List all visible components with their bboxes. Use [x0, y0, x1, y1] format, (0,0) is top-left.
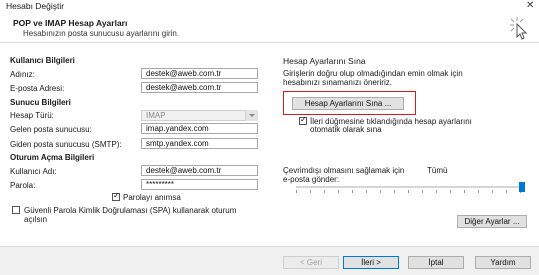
password-field[interactable]: ********* [141, 179, 258, 190]
offline-slider-thumb[interactable] [519, 182, 525, 192]
more-settings-button[interactable]: Diğer Ayarlar ... [457, 215, 527, 228]
name-field[interactable]: destek@aweb.com.tr [141, 68, 258, 79]
incoming-server-label: Gelen posta sunucusu: [10, 125, 92, 134]
outgoing-server-label: Giden posta sunucusu (SMTP): [10, 140, 122, 149]
offline-slider-ticks [296, 190, 525, 193]
spa-label-line1: Güvenli Parola Kimlik Doğrulaması (SPA) … [24, 206, 237, 215]
account-type-value: IMAP [146, 111, 166, 120]
offline-label-line2: e-posta gönder: [283, 175, 340, 184]
server-info-heading: Sunucu Bilgileri [10, 98, 71, 107]
username-field[interactable]: destek@aweb.com.tr [141, 165, 258, 176]
offline-label-line1: Çevrimdışı olmasını sağlamak için [283, 166, 405, 175]
account-type-label: Hesap Türü: [10, 111, 54, 120]
incoming-server-field[interactable]: imap.yandex.com [141, 123, 258, 134]
close-icon[interactable]: ✕ [526, 0, 534, 11]
next-button[interactable]: İleri > [343, 256, 399, 269]
spa-checkbox[interactable] [12, 206, 20, 214]
title-bar: Hesabı Değiştir ✕ [0, 0, 539, 13]
test-account-button[interactable]: Hesap Ayarlarını Sına ... [292, 97, 404, 110]
dialog-header: POP ve IMAP Hesap Ayarları Hesabınızın p… [0, 13, 539, 43]
test-desc-line1: Girişlerin doğru olup olmadığından emin … [283, 69, 463, 78]
username-label: Kullanıcı Adı: [10, 167, 57, 176]
email-label: E-posta Adresi: [10, 84, 65, 93]
cancel-button[interactable]: İptal [408, 256, 464, 269]
name-label: Adınız: [10, 70, 35, 79]
test-desc-line2: hesabınızı sınamanızı öneririz. [283, 78, 392, 87]
email-field[interactable]: destek@aweb.com.tr [141, 82, 258, 93]
user-info-heading: Kullanıcı Bilgileri [10, 56, 75, 65]
back-button[interactable]: < Geri [283, 256, 339, 269]
page-title: POP ve IMAP Hesap Ayarları [13, 18, 128, 28]
chevron-down-icon [245, 110, 258, 121]
outgoing-server-field[interactable]: smtp.yandex.com [141, 138, 258, 149]
offline-value: Tümü [427, 166, 448, 175]
remember-password-checkbox[interactable] [112, 191, 120, 201]
password-label: Parola: [10, 181, 36, 190]
auto-test-line2: otomatik olarak sına [310, 125, 382, 134]
cursor-click-icon [510, 17, 528, 40]
button-bar: < Geri İleri > İptal Yardım [0, 246, 539, 275]
help-button[interactable]: Yardım [475, 256, 531, 269]
login-info-heading: Oturum Açma Bilgileri [10, 153, 95, 162]
remember-password-label: Parolayı anımsa [123, 193, 181, 202]
offline-slider-track[interactable] [296, 186, 525, 188]
page-subtitle: Hesabınızın posta sunucusu ayarlarını gi… [23, 29, 180, 38]
auto-test-checkbox[interactable] [299, 115, 307, 125]
account-type-select: IMAP [141, 110, 258, 121]
window-title: Hesabı Değiştir [6, 1, 65, 11]
test-settings-heading: Hesap Ayarlarını Sına [283, 56, 366, 66]
spa-label-line2: açılsın [24, 215, 48, 224]
